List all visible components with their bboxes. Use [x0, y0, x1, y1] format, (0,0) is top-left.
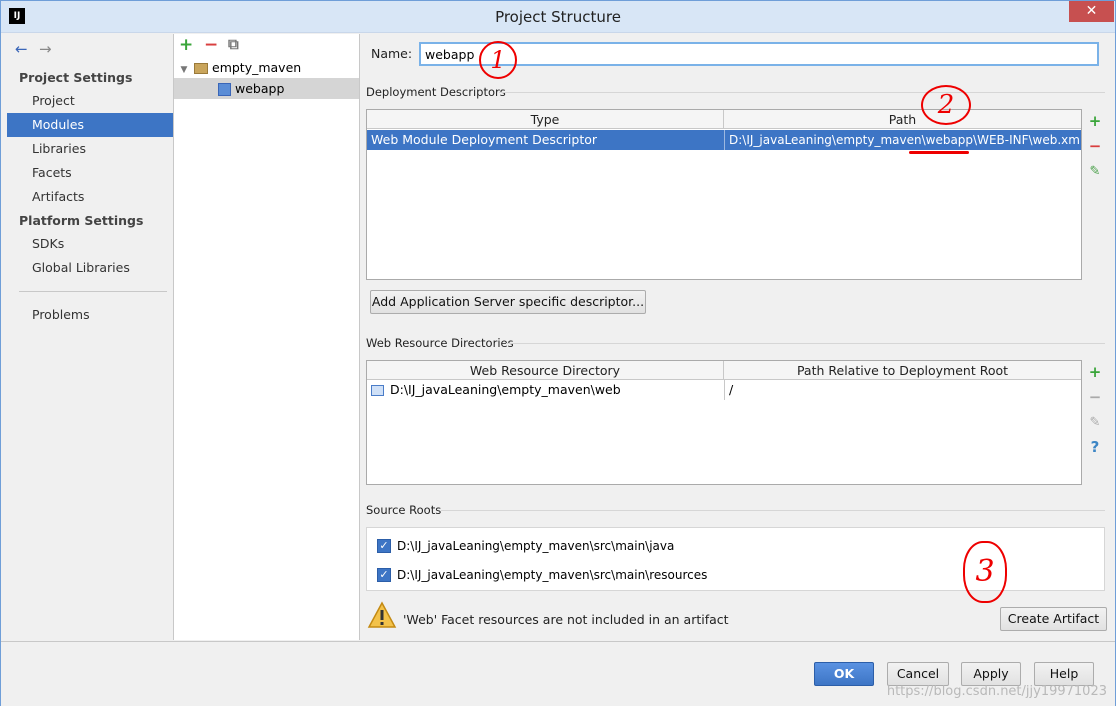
settings-nav: ← → Project Settings Project Modules Lib…	[7, 34, 174, 640]
name-input[interactable]	[419, 42, 1099, 66]
cancel-button[interactable]: Cancel	[887, 662, 949, 686]
column-header-web-resource-directory[interactable]: Web Resource Directory	[367, 361, 724, 380]
cell-path: D:\IJ_javaLeaning\empty_maven\webapp\WEB…	[724, 130, 1081, 150]
back-arrow-icon[interactable]: ←	[15, 40, 28, 58]
add-server-descriptor-button[interactable]: Add Application Server specific descript…	[370, 290, 646, 314]
nav-item-libraries[interactable]: Libraries	[7, 137, 173, 161]
window-title: Project Structure	[495, 8, 621, 26]
section-divider	[441, 510, 1105, 511]
source-root-checkbox[interactable]: ✓	[377, 539, 391, 553]
source-root-path: D:\IJ_javaLeaning\empty_maven\src\main\r…	[397, 568, 708, 582]
ok-button[interactable]: OK	[814, 662, 874, 686]
title-bar: IJ Project Structure ✕	[1, 1, 1115, 33]
close-icon[interactable]: ✕	[1069, 1, 1114, 22]
source-roots-title: Source Roots	[366, 503, 442, 517]
annotation-circle-two: 2	[921, 85, 971, 125]
web-folder-icon	[371, 385, 384, 396]
platform-settings-header: Platform Settings	[19, 213, 144, 228]
nav-item-artifacts[interactable]: Artifacts	[7, 185, 173, 209]
name-label: Name:	[371, 46, 413, 61]
nav-divider	[19, 291, 167, 292]
column-header-path-relative[interactable]: Path Relative to Deployment Root	[724, 361, 1081, 380]
remove-module-icon[interactable]: −	[204, 35, 218, 55]
annotation-circle-one: 1	[479, 41, 517, 79]
help-button[interactable]: Help	[1034, 662, 1094, 686]
remove-web-resource-icon[interactable]: −	[1083, 385, 1107, 410]
add-web-resource-icon[interactable]: +	[1083, 360, 1107, 385]
column-header-path[interactable]: Path	[724, 110, 1081, 129]
source-root-checkbox[interactable]: ✓	[377, 568, 391, 582]
copy-module-icon[interactable]: ⧉	[228, 35, 239, 53]
annotation-circle-three: 3	[963, 541, 1007, 603]
nav-item-project[interactable]: Project	[7, 89, 173, 113]
warning-message: 'Web' Facet resources are not included i…	[403, 612, 729, 627]
deployment-descriptors-table: Type Path Web Module Deployment Descript…	[366, 109, 1082, 280]
nav-item-problems[interactable]: Problems	[7, 303, 173, 327]
watermark-text: https://blog.csdn.net/jjy19971023	[886, 684, 1107, 699]
section-divider	[506, 343, 1105, 344]
warning-icon	[367, 601, 397, 628]
tree-node-label: empty_maven	[212, 60, 302, 75]
nav-item-global-libraries[interactable]: Global Libraries	[7, 256, 173, 280]
edit-web-resource-icon[interactable]: ✎	[1083, 410, 1107, 435]
folder-icon	[194, 63, 208, 74]
remove-descriptor-icon[interactable]: −	[1083, 134, 1107, 159]
web-resource-directories-title: Web Resource Directories	[366, 336, 514, 350]
section-divider	[499, 92, 1105, 93]
project-structure-window: IJ Project Structure ✕ ← → Project Setti…	[0, 0, 1116, 706]
module-detail-panel: Name: Deployment Descriptors Type Path W…	[361, 34, 1115, 640]
add-module-icon[interactable]: +	[179, 35, 193, 55]
column-header-type[interactable]: Type	[367, 110, 724, 129]
annotation-underline	[909, 151, 969, 154]
tree-node-label: webapp	[235, 81, 285, 96]
edit-descriptor-icon[interactable]: ✎	[1083, 159, 1107, 184]
web-module-icon	[218, 83, 231, 96]
tree-node-empty-maven[interactable]: ▼ empty_maven	[174, 57, 359, 78]
nav-item-sdks[interactable]: SDKs	[7, 232, 173, 256]
deployment-descriptors-title: Deployment Descriptors	[366, 85, 506, 99]
module-tree: + − ⧉ ▼ empty_maven webapp	[174, 34, 360, 640]
project-settings-header: Project Settings	[19, 70, 133, 85]
nav-item-facets[interactable]: Facets	[7, 161, 173, 185]
help-question-icon[interactable]: ?	[1083, 435, 1107, 460]
forward-arrow-icon[interactable]: →	[39, 40, 52, 58]
apply-button[interactable]: Apply	[961, 662, 1021, 686]
web-resource-path: D:\IJ_javaLeaning\empty_maven\web	[390, 382, 621, 397]
source-root-path: D:\IJ_javaLeaning\empty_maven\src\main\j…	[397, 539, 675, 553]
cell-type: Web Module Deployment Descriptor	[371, 132, 598, 147]
cell-relative-path[interactable]: /	[724, 380, 1081, 400]
add-descriptor-icon[interactable]: +	[1083, 109, 1107, 134]
create-artifact-button[interactable]: Create Artifact	[1000, 607, 1107, 631]
tree-node-webapp[interactable]: webapp	[174, 78, 359, 99]
web-resource-table: Web Resource Directory Path Relative to …	[366, 360, 1082, 485]
cell-web-resource-directory[interactable]: D:\IJ_javaLeaning\empty_maven\web	[367, 380, 724, 400]
nav-item-modules[interactable]: Modules	[7, 113, 173, 137]
